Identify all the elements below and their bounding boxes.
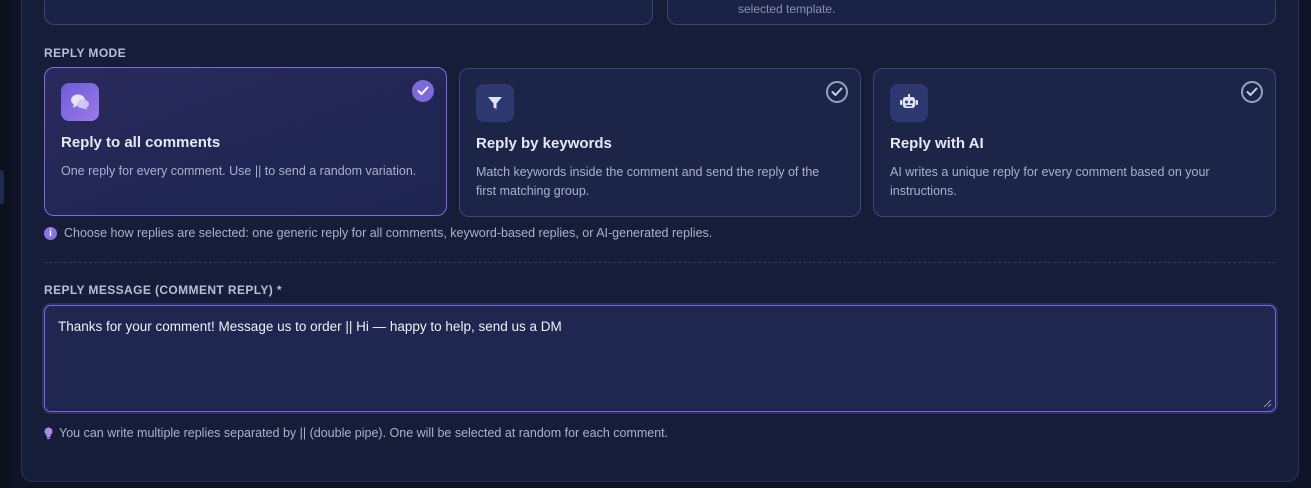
info-icon: i (44, 226, 57, 240)
mode-option-ai[interactable]: Reply with AI AI writes a unique reply f… (873, 68, 1276, 217)
mode-option-reply-all[interactable]: Reply to all comments One reply for ever… (44, 67, 447, 216)
reply-mode-label: REPLY MODE (44, 46, 127, 60)
selected-check-icon (412, 80, 434, 102)
sidebar-active-indicator (0, 170, 4, 204)
reply-message-label: REPLY MESSAGE (COMMENT REPLY) * (44, 283, 282, 297)
mode-title: Reply with AI (890, 135, 984, 152)
filter-icon (476, 84, 514, 122)
unselected-check-icon (826, 81, 848, 103)
unselected-check-icon (1241, 81, 1263, 103)
robot-icon (890, 84, 928, 122)
mode-title: Reply by keywords (476, 135, 612, 152)
reply-message-value: Thanks for your comment! Message us to o… (58, 319, 562, 334)
mode-desc: AI writes a unique reply for every comme… (890, 165, 1210, 198)
mode-option-keywords[interactable]: Reply by keywords Match keywords inside … (459, 68, 861, 217)
reply-mode-hint-text: Choose how replies are selected: one gen… (64, 226, 713, 240)
left-sidebar-edge (0, 0, 12, 488)
mode-desc: One reply for every comment. Use || to s… (61, 164, 417, 178)
lightbulb-icon (44, 427, 53, 440)
top-card-right[interactable]: selected template. (667, 0, 1276, 25)
chat-bubbles-icon (61, 83, 99, 121)
mode-desc: Match keywords inside the comment and se… (476, 165, 820, 198)
resize-handle-icon[interactable] (1263, 399, 1272, 408)
top-card-subtext: selected template. (738, 2, 836, 16)
top-card-left[interactable] (44, 0, 653, 25)
reply-message-hint: You can write multiple replies separated… (44, 426, 668, 440)
mode-title: Reply to all comments (61, 134, 221, 151)
reply-mode-hint: i Choose how replies are selected: one g… (44, 226, 712, 240)
reply-message-textarea[interactable]: Thanks for your comment! Message us to o… (44, 305, 1276, 412)
section-divider (44, 262, 1276, 263)
reply-message-hint-text: You can write multiple replies separated… (59, 426, 669, 440)
